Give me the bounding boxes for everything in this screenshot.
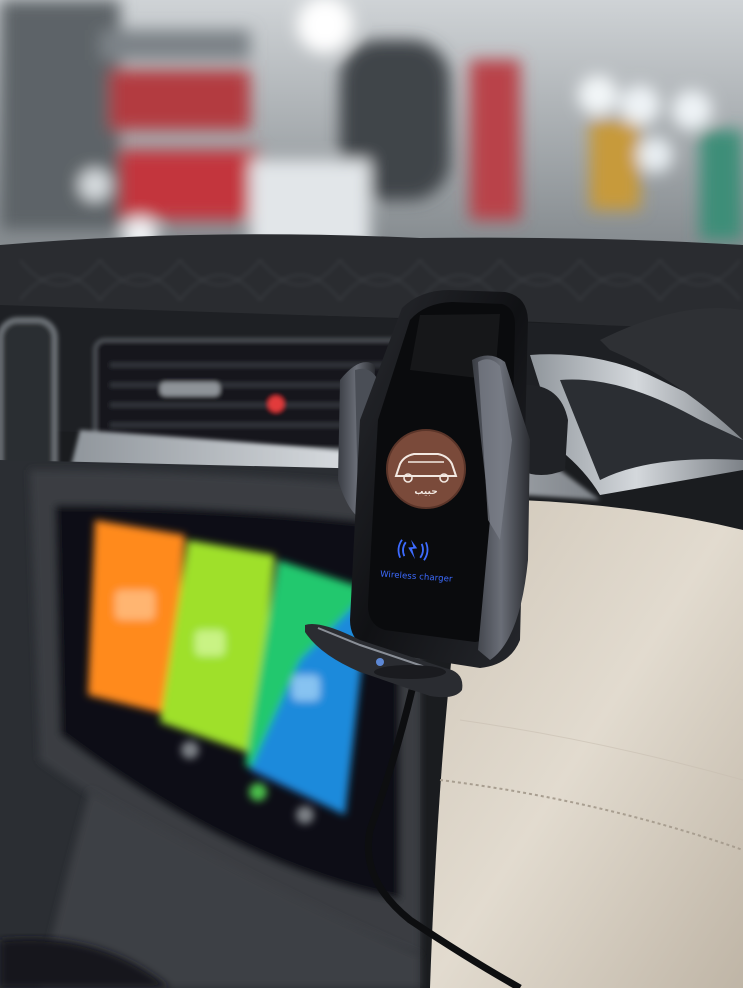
photo-illustration (0, 0, 743, 988)
product-photo: ﺣﺒﻴﺐ Wireless charger (0, 0, 743, 988)
brand-logo-text: ﺣﺒﻴﺐ (414, 487, 438, 497)
